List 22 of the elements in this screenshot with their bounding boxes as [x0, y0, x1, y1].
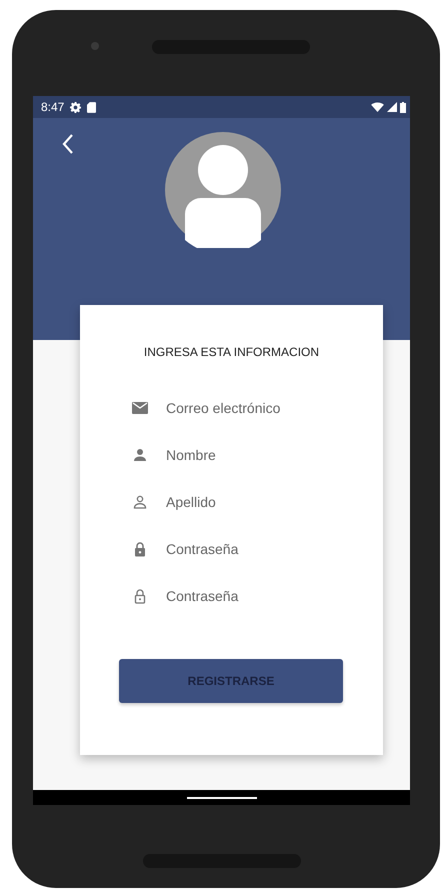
- register-button[interactable]: REGISTRARSE: [119, 659, 343, 703]
- gear-icon: [70, 102, 82, 112]
- wifi-icon: [371, 102, 384, 112]
- back-chevron-icon[interactable]: [62, 134, 74, 154]
- person-icon: [132, 446, 148, 462]
- input-field[interactable]: Correo electrónico: [166, 396, 356, 418]
- battery-icon: [400, 102, 406, 112]
- home-indicator[interactable]: [186, 796, 256, 798]
- input-field[interactable]: Contraseña: [166, 584, 356, 606]
- status-time: 8:47: [41, 100, 64, 114]
- form-title: INGRESA ESTA INFORMACION: [144, 344, 320, 361]
- lock-outline-icon: [132, 588, 148, 604]
- avatar-icon: [164, 132, 280, 248]
- signal-icon: [387, 102, 397, 112]
- input-field[interactable]: Nombre: [166, 444, 356, 466]
- sd-card-icon: [87, 102, 96, 112]
- input-field[interactable]: Contraseña: [166, 538, 356, 560]
- camera-lens: [91, 42, 99, 50]
- person-outline-icon: [132, 494, 148, 510]
- input-field[interactable]: Apellido: [166, 490, 356, 512]
- envelope-icon: [132, 400, 148, 416]
- lock-icon: [132, 540, 148, 556]
